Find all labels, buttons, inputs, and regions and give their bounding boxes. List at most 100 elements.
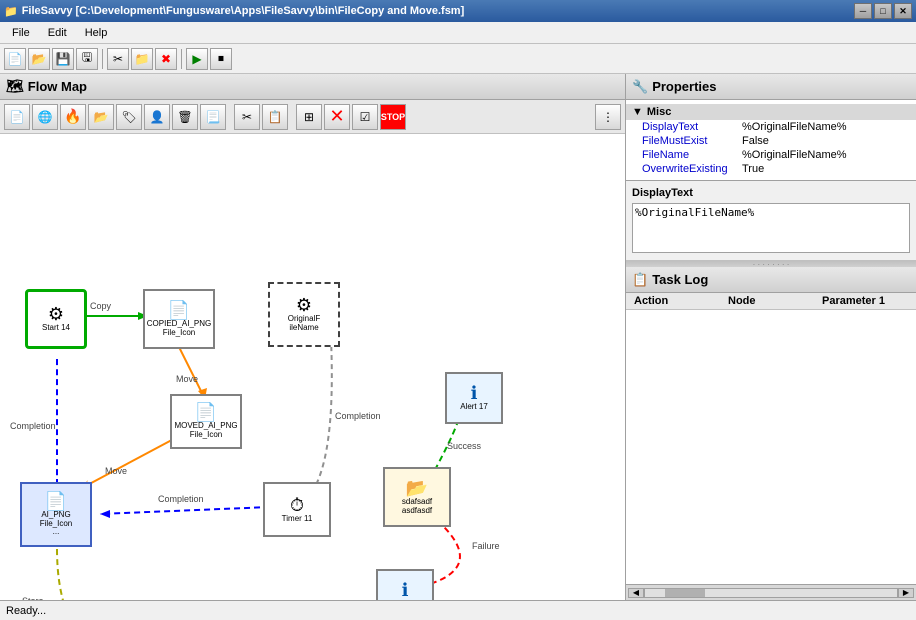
node-start14-icon: ⚙ [48,305,64,323]
props-section-label: Misc [647,106,671,118]
maximize-button[interactable]: □ [874,3,892,19]
display-text-section: DisplayText %OriginalFileName% [626,181,916,261]
svg-text:Store: Store [22,596,44,600]
svg-text:Move: Move [105,466,127,476]
window-controls: ─ □ ✕ [854,3,912,19]
props-key-filename[interactable]: FileName [642,149,742,161]
node-moved-ai-icon: 📄 [195,403,217,421]
props-val-overwrite: True [742,163,764,175]
props-collapse-icon[interactable]: ▼ [632,106,643,118]
props-key-overwrite[interactable]: OverwriteExisting [642,163,742,175]
flow-trash-btn[interactable]: 🗑 [172,104,198,130]
node-ai-png-icon: 📄 [45,492,67,510]
flow-header-icon: 🗺 [6,78,24,95]
props-val-filename: %OriginalFileName% [742,149,847,161]
svg-text:Copy: Copy [90,301,112,311]
flow-check-btn[interactable]: ☑ [352,104,378,130]
node-sdafsadf[interactable]: 📂 sdafsadfasdfasdf [383,467,451,527]
cut-button[interactable]: ✂ [107,48,129,70]
props-key-fileexist[interactable]: FileMustExist [642,135,742,147]
run-button[interactable]: ▶ [186,48,208,70]
node-alert17-bot-icon: ℹ [402,581,409,599]
stop-button[interactable]: ⏹ [210,48,232,70]
node-start14[interactable]: ⚙ Start 14 [25,289,87,349]
open-folder-button[interactable]: 📁 [131,48,153,70]
flow-folder-btn[interactable]: 📂 [88,104,114,130]
properties-content: ▼ Misc DisplayText %OriginalFileName% Fi… [626,100,916,181]
node-timer11[interactable]: ⏱ Timer 11 [263,482,331,537]
flow-header: 🗺 Flow Map [0,74,625,100]
node-copied-ai-icon: 📄 [168,301,190,319]
node-ai-png[interactable]: 📄 AI_PNGFile_Icon... [20,482,92,547]
svg-text:Failure: Failure [472,541,500,551]
scroll-right-btn[interactable]: ▶ [898,588,914,598]
node-alert17-bot[interactable]: ℹ Alert 17 [376,569,434,600]
flow-tag-btn[interactable]: 🏷 [116,104,142,130]
node-sdafsadf-icon: 📂 [406,479,428,497]
scrollbar-thumb[interactable] [665,589,705,597]
flow-canvas[interactable]: Completion Copy Move Move Completion [0,134,625,600]
props-val-fileexist: False [742,135,769,147]
menu-help[interactable]: Help [77,25,116,41]
new-button[interactable]: 📄 [4,48,26,70]
flow-stop-btn[interactable]: STOP [380,104,406,130]
node-timer11-label: Timer 11 [282,515,313,524]
minimize-button[interactable]: ─ [854,3,872,19]
node-copied-ai[interactable]: 📄 COPIED_AI_PNGFile_Icon [143,289,215,349]
scroll-left-btn[interactable]: ◀ [628,588,644,598]
node-originalfilename-top[interactable]: ⚙ OriginalFileName [268,282,340,347]
node-timer11-icon: ⏱ [290,496,304,514]
flow-panel: 🗺 Flow Map 📄 🌐 🔥 📂 🏷 👤 🗑 📃 ✂ 📋 ⊞ ✕ ☑ STO… [0,74,626,600]
flow-fire-btn[interactable]: 🔥 [60,104,86,130]
svg-text:Move: Move [176,374,198,384]
tasklog-header: 📋 Task Log [626,267,916,293]
properties-header: 🔧 Properties [626,74,916,100]
flow-toolbar: 📄 🌐 🔥 📂 🏷 👤 🗑 📃 ✂ 📋 ⊞ ✕ ☑ STOP ⋮ [0,100,625,134]
node-ai-png-label: AI_PNGFile_Icon... [40,511,72,537]
flow-grid-btn[interactable]: ⊞ [296,104,322,130]
tasklog-scrollbar[interactable]: ◀ ▶ [626,584,916,600]
close-button[interactable]: ✕ [894,3,912,19]
toolbar-separator-2 [181,49,182,69]
app-icon: 📁 [4,5,18,18]
save-button[interactable]: 💾 [52,48,74,70]
status-bar: Ready... [0,600,916,620]
flow-person-btn[interactable]: 👤 [144,104,170,130]
flow-copy-btn[interactable]: 📋 [262,104,288,130]
display-text-input[interactable]: %OriginalFileName% [632,203,910,253]
node-moved-ai-label: MOVED_AI_PNGFile_Icon [174,422,237,440]
flow-new-btn[interactable]: 📄 [4,104,30,130]
node-alert17-top-icon: ℹ [471,384,478,402]
props-key-displaytext[interactable]: DisplayText [642,121,742,133]
flow-doc-btn[interactable]: 📃 [200,104,226,130]
tasklog-title: Task Log [652,272,708,287]
flow-globe-btn[interactable]: 🌐 [32,104,58,130]
svg-text:Completion: Completion [158,494,204,504]
display-text-label: DisplayText [632,185,910,201]
window-title: FileSavvy [C:\Development\Fungusware\App… [22,5,465,17]
tasklog-icon: 📋 [632,272,648,288]
open-button[interactable]: 📂 [28,48,50,70]
title-bar: 📁 FileSavvy [C:\Development\Fungusware\A… [0,0,916,22]
node-copied-ai-label: COPIED_AI_PNGFile_Icon [147,320,211,338]
status-text: Ready... [6,605,46,617]
menu-edit[interactable]: Edit [40,25,75,41]
scrollbar-track[interactable] [644,588,898,598]
node-alert17-top[interactable]: ℹ Alert 17 [445,372,503,424]
props-row-displaytext: DisplayText %OriginalFileName% [626,120,916,134]
node-moved-ai[interactable]: 📄 MOVED_AI_PNGFile_Icon [170,394,242,449]
tasklog-table[interactable]: Action Node Parameter 1 [626,293,916,584]
tasklog-col-node: Node [724,295,818,307]
tasklog-col-action: Action [630,295,724,307]
flow-cross-btn[interactable]: ✕ [324,104,350,130]
svg-text:Completion: Completion [335,411,381,421]
saveas-button[interactable]: 🖫 [76,48,98,70]
props-row-fileexist: FileMustExist False [626,134,916,148]
properties-icon: 🔧 [632,79,648,95]
delete-button[interactable]: ✖ [155,48,177,70]
menu-file[interactable]: File [4,25,38,41]
flow-cut-btn[interactable]: ✂ [234,104,260,130]
menu-bar: File Edit Help [0,22,916,44]
node-start14-label: Start 14 [42,324,70,333]
flow-scroll-btn[interactable]: ⋮ [595,104,621,130]
